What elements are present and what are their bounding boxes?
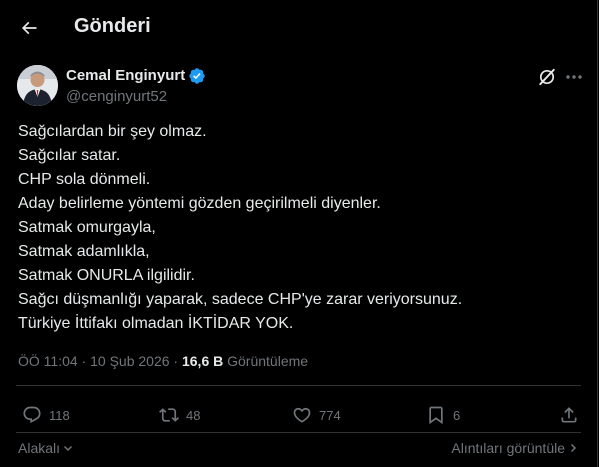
action-bar: 118 48 774 6 <box>0 400 597 430</box>
repost-icon <box>159 408 179 422</box>
verified-badge-icon[interactable] <box>188 67 206 85</box>
related-label: Alakalı <box>18 440 61 456</box>
divider <box>16 385 581 386</box>
tweet-text: Sağcılardan bir şey olmaz. Sağcılar sata… <box>18 120 583 336</box>
tweet-line: Satmak adamlıkla, <box>18 243 150 260</box>
meta-separator: · <box>77 353 91 369</box>
tweet-line: Türkiye İttifakı olmadan İKTİDAR YOK. <box>18 315 294 332</box>
top-bar: Gönderi <box>0 0 597 56</box>
bookmark-count: 6 <box>453 407 461 423</box>
reply-count: 118 <box>49 407 70 423</box>
bookmark-icon <box>429 406 443 425</box>
like-count: 774 <box>319 407 341 423</box>
like-button[interactable]: 774 <box>292 403 341 427</box>
back-arrow-icon <box>21 21 37 35</box>
tweet-date[interactable]: 10 Şub 2026 <box>90 353 169 369</box>
post-view: Gönderi Cemal Enginyurt @cenginyurt52 Sa… <box>0 0 598 467</box>
page-title: Gönderi <box>74 15 151 37</box>
reply-button[interactable]: 118 <box>22 403 70 427</box>
tweet-line: Sağcılar satar. <box>18 147 121 164</box>
tweet-line: CHP sola dönmeli. <box>18 171 151 188</box>
heart-icon <box>293 407 311 423</box>
share-icon <box>561 407 577 423</box>
author-name[interactable]: Cemal Enginyurt <box>66 67 185 84</box>
tweet-line: Aday belirleme yöntemi gözden geçirilmel… <box>18 195 381 212</box>
related-toggle[interactable]: Alakalı <box>18 440 74 456</box>
divider <box>16 432 581 433</box>
repost-count: 48 <box>186 407 201 423</box>
grok-icon[interactable] <box>537 67 557 87</box>
author-handle[interactable]: @cenginyurt52 <box>66 88 167 105</box>
share-button[interactable] <box>559 403 579 427</box>
meta-separator: · <box>169 353 182 369</box>
more-options-icon[interactable] <box>563 67 585 87</box>
back-button[interactable] <box>12 11 46 45</box>
avatar-image <box>17 65 58 106</box>
bookmark-button[interactable]: 6 <box>426 403 460 427</box>
views-count: 16,6 B <box>181 353 224 369</box>
tweet-line: Sağcı düşmanlığı yaparak, sadece CHP'ye … <box>18 291 463 308</box>
view-quotes-link[interactable]: Alıntıları görüntüle <box>451 440 579 456</box>
repost-button[interactable]: 48 <box>159 403 200 427</box>
chevron-down-icon <box>64 445 73 452</box>
tweet-time[interactable]: ÖÖ 11:04 <box>18 353 78 369</box>
chevron-right-icon <box>570 443 577 453</box>
tweet-line: Sağcılardan bir şey olmaz. <box>18 123 207 140</box>
tweet-meta: ÖÖ 11:04 · 10 Şub 2026 · 16,6 B Görüntül… <box>18 353 308 369</box>
views-label: Görüntüleme <box>227 353 309 369</box>
tweet-line: Satmak omurgayla, <box>18 219 156 236</box>
tweet-line: Satmak ONURLA ilgilidir. <box>18 267 195 284</box>
reply-icon <box>23 406 41 424</box>
avatar[interactable] <box>17 65 58 106</box>
view-quotes-label: Alıntıları görüntüle <box>451 440 565 456</box>
